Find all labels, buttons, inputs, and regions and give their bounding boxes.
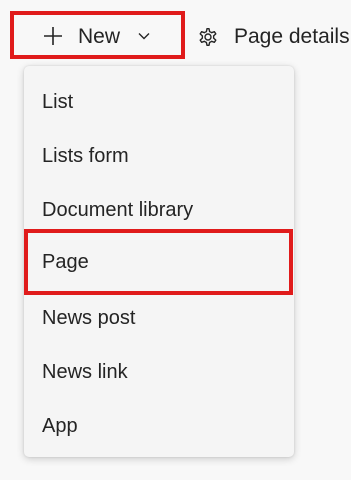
page-details-label: Page details xyxy=(234,25,350,48)
menu-item-list[interactable]: List xyxy=(24,75,294,129)
plus-icon xyxy=(44,27,62,45)
menu-item-page[interactable]: Page xyxy=(24,229,293,295)
menu-item-app[interactable]: App xyxy=(24,399,294,453)
menu-item-news-link[interactable]: News link xyxy=(24,345,294,399)
menu-item-news-post[interactable]: News post xyxy=(24,291,294,345)
chevron-down-icon xyxy=(138,33,150,40)
new-button-label: New xyxy=(78,25,121,48)
page-details-button[interactable]: Page details xyxy=(196,24,350,50)
new-button[interactable]: New xyxy=(10,11,185,59)
gear-icon xyxy=(199,28,217,46)
menu-item-lists-form[interactable]: Lists form xyxy=(24,129,294,183)
new-dropdown-menu: List Lists form Document library Page Ne… xyxy=(24,66,294,457)
command-bar: New Page details xyxy=(0,0,351,66)
